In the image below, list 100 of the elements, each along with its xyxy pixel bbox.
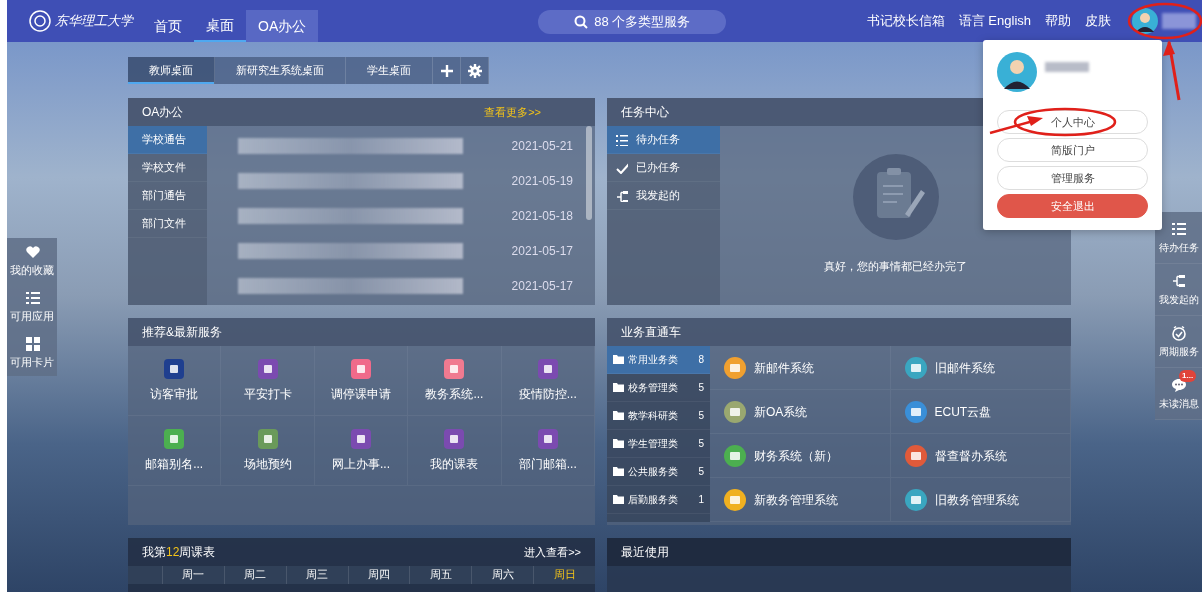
date-text: 2021-05-17 (511, 242, 573, 260)
gear-icon (467, 63, 482, 78)
unread-badge: 1... (1179, 370, 1197, 382)
search-button[interactable]: 88 个多类型服务 (538, 10, 727, 34)
weekday-header: 周二 (223, 566, 286, 584)
nav-tab[interactable]: 首页 (142, 10, 194, 42)
header-link[interactable]: 帮助 (1038, 0, 1078, 42)
settings-button[interactable] (461, 57, 489, 84)
weekday-header: 周四 (347, 566, 410, 584)
date-text: 2021-05-17 (511, 277, 573, 295)
weekday-header: 周三 (285, 566, 348, 584)
system-link[interactable]: 财务系统（新） (710, 434, 891, 478)
flow-icon (615, 189, 628, 202)
heart-icon (24, 243, 40, 259)
system-link[interactable]: 旧邮件系统 (890, 346, 1071, 390)
scrollbar-thumb[interactable] (586, 126, 592, 220)
folder-icon (613, 355, 624, 364)
weekday-header: 周六 (471, 566, 534, 584)
folder-icon (613, 383, 624, 392)
list-icon (1170, 220, 1187, 237)
category-item[interactable]: 教学科研类 5 (607, 402, 710, 430)
task-item[interactable]: 已办任务 (607, 154, 720, 182)
annotation-arrow (1163, 40, 1181, 101)
date-text: 2021-05-18 (511, 207, 573, 225)
category-item[interactable]: 公共服务类 5 (607, 458, 710, 486)
dock-item[interactable]: 周期服务 (1155, 316, 1202, 368)
panel-title: 推荐&最新服务 (142, 324, 222, 341)
weekday-header: 周日 (533, 566, 595, 584)
service-tile[interactable]: 平安打卡 (221, 346, 315, 416)
category-item[interactable]: 校务管理类 5 (607, 374, 710, 402)
folder-icon (613, 495, 624, 504)
panel-title: 最近使用 (621, 544, 669, 561)
category-item[interactable]: 学校通告 (128, 126, 207, 154)
system-link[interactable]: 新邮件系统 (710, 346, 891, 390)
blurred-name (1162, 13, 1196, 29)
panel-title: OA办公 (142, 104, 184, 121)
search-icon (574, 15, 589, 29)
panel-title: 业务直通车 (621, 324, 681, 341)
service-tile[interactable]: 邮箱别名... (128, 416, 222, 486)
grid-icon (24, 335, 40, 351)
header-link[interactable]: 书记校长信箱 (859, 0, 952, 42)
category-item[interactable]: 学生管理类 5 (607, 430, 710, 458)
task-item[interactable]: 待办任务 (607, 126, 720, 154)
desktop-tab[interactable]: 新研究生系统桌面 (215, 57, 346, 84)
checklist-icon (615, 133, 628, 146)
task-item[interactable]: 我发起的 (607, 182, 720, 210)
add-button[interactable] (433, 57, 461, 84)
flow-icon (1170, 272, 1187, 289)
chat-icon (1170, 376, 1187, 393)
system-link[interactable]: 新OA系统 (710, 390, 891, 434)
system-link[interactable]: 旧教务管理系统 (890, 478, 1071, 522)
clock-check-icon (1170, 324, 1187, 341)
avatar-icon[interactable] (1132, 8, 1158, 34)
category-item[interactable]: 部门通告 (128, 182, 207, 210)
blurred-name (1045, 62, 1089, 72)
category-item[interactable]: 后勤服务类 1 (607, 486, 710, 514)
dock-item[interactable]: 可用卡片 (7, 330, 57, 376)
desktop-tab[interactable]: 教师桌面 (128, 57, 215, 84)
weekday-header: 周五 (409, 566, 472, 584)
system-link[interactable]: 督查督办系统 (890, 434, 1071, 478)
service-tile[interactable]: 疫情防控... (501, 346, 595, 416)
menu-button[interactable]: 安全退出 (997, 194, 1148, 218)
dock-item[interactable]: 未读消息 1... (1155, 368, 1202, 420)
logo-text: 东华理工大学 (55, 12, 133, 31)
dock-item[interactable]: 可用应用 (7, 284, 57, 330)
service-tile[interactable]: 教务系统... (408, 346, 502, 416)
empty-message: 真好，您的事情都已经办完了 (824, 259, 967, 274)
category-item[interactable]: 部门文件 (128, 210, 207, 238)
panel-title: 任务中心 (621, 104, 669, 121)
service-tile[interactable]: 部门邮箱... (501, 416, 595, 486)
service-tile[interactable]: 我的课表 (408, 416, 502, 486)
system-link[interactable]: 新教务管理系统 (710, 478, 891, 522)
panel-title: 我第12周课表 (142, 544, 216, 561)
system-link[interactable]: ECUT云盘 (890, 390, 1071, 434)
more-link[interactable]: 进入查看>> (524, 543, 581, 561)
desktop-tab[interactable]: 学生桌面 (346, 57, 433, 84)
plus-icon (439, 63, 454, 78)
dock-item[interactable]: 我发起的 (1155, 264, 1202, 316)
header-link[interactable]: 语言 English (951, 0, 1038, 42)
category-item[interactable]: 常用业务类 8 (607, 346, 710, 374)
menu-button[interactable]: 管理服务 (997, 166, 1148, 190)
folder-icon (613, 411, 624, 420)
avatar-icon (997, 52, 1037, 92)
folder-icon (613, 467, 624, 476)
list-icon (24, 289, 40, 305)
nav-tab[interactable]: OA办公 (246, 10, 319, 42)
service-tile[interactable]: 网上办事... (314, 416, 409, 486)
annotation-arrow (989, 116, 1043, 135)
service-tile[interactable]: 调停课申请 (314, 346, 409, 416)
more-link[interactable]: 查看更多>> (484, 103, 541, 121)
menu-button[interactable]: 简版门户 (997, 138, 1148, 162)
service-tile[interactable]: 访客审批 (128, 346, 222, 416)
date-text: 2021-05-21 (511, 137, 573, 155)
category-item[interactable]: 学校文件 (128, 154, 207, 182)
check-icon (615, 161, 628, 174)
folder-icon (613, 439, 624, 448)
service-tile[interactable]: 场地预约 (221, 416, 315, 486)
dock-item[interactable]: 我的收藏 (7, 238, 57, 284)
weekday-header: 周一 (162, 566, 224, 584)
header-link[interactable]: 皮肤 (1078, 0, 1118, 42)
